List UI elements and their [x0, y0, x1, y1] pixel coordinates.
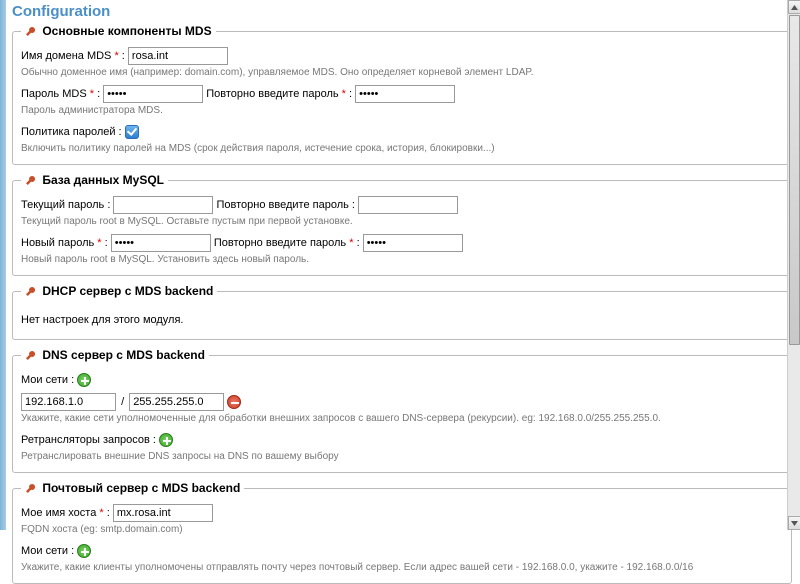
legend-text: DHCP сервер с MDS backend: [42, 284, 213, 298]
add-relay-button[interactable]: [159, 433, 173, 447]
wrench-icon: [25, 350, 37, 362]
section-dns: DNS сервер с MDS backend Мои сети : / Ук…: [12, 348, 792, 473]
legend-text: Основные компоненты MDS: [42, 24, 211, 38]
cur-pass-label: Текущий пароль :: [21, 199, 110, 211]
remove-network-button[interactable]: [227, 395, 241, 409]
cur-pass-hint: Текущий пароль root в MySQL. Оставьте пу…: [21, 216, 783, 228]
add-network-button[interactable]: [77, 373, 91, 387]
relay-label: Ретрансляторы запросов :: [21, 434, 156, 446]
section-dhcp: DHCP сервер с MDS backend Нет настроек д…: [12, 284, 792, 340]
wrench-icon: [25, 26, 37, 38]
domain-input[interactable]: [128, 47, 228, 65]
mds-pass2-input[interactable]: [355, 85, 455, 103]
section-legend: Почтовый сервер с MDS backend: [21, 481, 244, 495]
relay-hint: Ретранслировать внешние DNS запросы на D…: [21, 451, 783, 463]
scroll-thumb[interactable]: [789, 15, 800, 345]
new-pass2-input[interactable]: [363, 234, 463, 252]
section-legend: DHCP сервер с MDS backend: [21, 284, 217, 298]
section-mds-core: Основные компоненты MDS Имя домена MDS *…: [12, 24, 792, 165]
new-pass2-label: Повторно введите пароль * :: [214, 237, 360, 249]
domain-label: Имя домена MDS * :: [21, 50, 125, 62]
mds-pass-input[interactable]: [103, 85, 203, 103]
policy-label: Политика паролей :: [21, 126, 122, 138]
scroll-up-button[interactable]: [788, 0, 800, 14]
host-hint: FQDN хоста (eg: smtp.domain.com): [21, 524, 783, 536]
scroll-down-button[interactable]: [788, 516, 800, 530]
legend-text: Почтовый сервер с MDS backend: [42, 481, 240, 495]
policy-hint: Включить политику паролей на MDS (срок д…: [21, 143, 783, 155]
domain-hint: Обычно доменное имя (например: domain.co…: [21, 67, 783, 79]
host-label: Мое имя хоста * :: [21, 507, 110, 519]
add-mail-network-button[interactable]: [77, 544, 91, 558]
legend-text: База данных MySQL: [42, 173, 164, 187]
legend-text: DNS сервер с MDS backend: [42, 348, 205, 362]
wrench-icon: [25, 483, 37, 495]
mds-pass-label: Пароль MDS * :: [21, 88, 100, 100]
section-legend: Основные компоненты MDS: [21, 24, 216, 38]
new-pass-hint: Новый пароль root в MySQL. Установить зд…: [21, 254, 783, 266]
mail-nets-hint: Укажите, какие клиенты уполномочены отпр…: [21, 562, 783, 574]
scrollbar[interactable]: [787, 0, 800, 530]
mds-pass-hint: Пароль администратора MDS.: [21, 105, 783, 117]
config-form: Основные компоненты MDS Имя домена MDS *…: [0, 24, 800, 584]
window-border: [0, 0, 6, 530]
new-pass-input[interactable]: [111, 234, 211, 252]
section-legend: DNS сервер с MDS backend: [21, 348, 209, 362]
section-mail: Почтовый сервер с MDS backend Мое имя хо…: [12, 481, 792, 584]
cur-pass2-label: Повторно введите пароль :: [217, 199, 355, 211]
host-input[interactable]: [113, 504, 213, 522]
mail-nets-label: Мои сети :: [21, 545, 74, 557]
net-mask-input[interactable]: [129, 393, 224, 411]
net-ip-input[interactable]: [21, 393, 116, 411]
page-title: Configuration: [0, 0, 800, 24]
policy-checkbox[interactable]: [125, 125, 139, 139]
section-legend: База данных MySQL: [21, 173, 168, 187]
wrench-icon: [25, 175, 37, 187]
cur-pass-input[interactable]: [113, 196, 213, 214]
new-pass-label: Новый пароль * :: [21, 237, 108, 249]
wrench-icon: [25, 286, 37, 298]
section-mysql: База данных MySQL Текущий пароль : Повто…: [12, 173, 792, 276]
mds-pass2-label: Повторно введите пароль * :: [206, 88, 352, 100]
cur-pass2-input[interactable]: [358, 196, 458, 214]
dns-nets-hint: Укажите, какие сети уполномоченные для о…: [21, 413, 783, 425]
dns-nets-label: Мои сети :: [21, 374, 74, 386]
dhcp-empty: Нет настроек для этого модуля.: [21, 306, 783, 334]
slash-separator: /: [119, 396, 126, 408]
